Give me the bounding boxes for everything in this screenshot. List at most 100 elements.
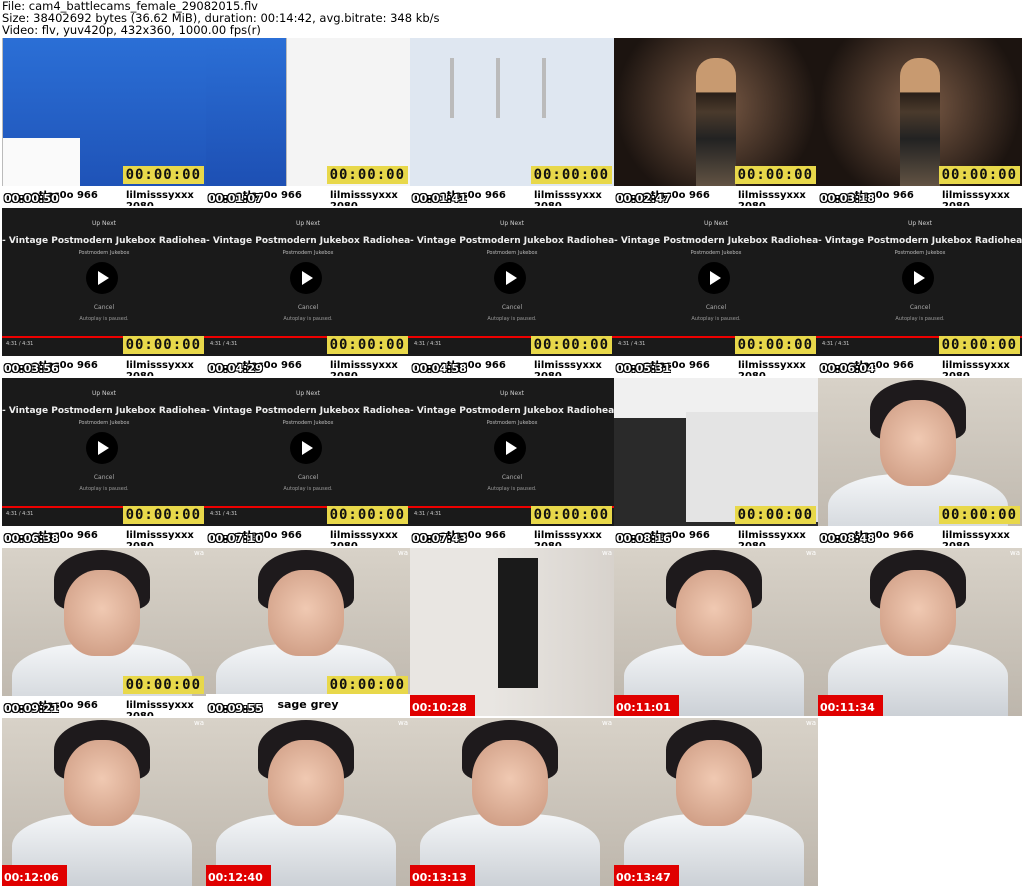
timestamp-label: 00:08:16: [616, 532, 671, 545]
thumbnail-frame: [614, 718, 818, 886]
timer-overlay: 00:00:00: [326, 506, 408, 524]
up-next-label: Up Next: [499, 220, 525, 227]
video-title: - Vintage Postmodern Jukebox Radiohead C…: [818, 236, 1022, 246]
video-thumbnail: Up Next - Vintage Postmodern Jukebox Radi…: [410, 208, 614, 376]
time-display: 4:31 / 4:31: [6, 511, 34, 517]
up-next-label: Up Next: [91, 220, 117, 227]
video-thumbnail: Up Next - Vintage Postmodern Jukebox Radi…: [410, 378, 614, 546]
watermark-right: lilmisssyxxx 2080: [126, 530, 194, 546]
video-line: Video: flv, yuv420p, 432x360, 1000.00 fp…: [2, 23, 261, 37]
play-button[interactable]: [698, 262, 730, 294]
watermark-right: lilmisssyxxx 2080: [330, 360, 398, 376]
play-button[interactable]: [494, 432, 526, 464]
time-display: 4:31 / 4:31: [210, 341, 238, 347]
watermark-right: lilmisssyxxx 2080: [942, 360, 1010, 376]
up-next-label: Up Next: [295, 390, 321, 397]
watermark-right: lilmisssyxxx 2080: [942, 530, 1010, 546]
video-thumbnail: atlas0o 966lilmisssyxxx 208000:00:0000:0…: [818, 378, 1022, 546]
autoplay-status: Autoplay is paused.: [895, 316, 945, 322]
video-thumbnail: Up Next - Vintage Postmodern Jukebox Radi…: [614, 208, 818, 376]
face: [64, 740, 140, 826]
video-thumbnail: wa 00:10:28: [410, 548, 614, 716]
wa-watermark: wa: [1009, 549, 1020, 557]
video-title: - Vintage Postmodern Jukebox Radiohead C…: [410, 406, 614, 416]
singer-figure: [696, 58, 736, 193]
timestamp-label: 00:10:28: [410, 695, 475, 716]
play-button[interactable]: [86, 432, 118, 464]
video-thumbnail: atlas0o 966lilmisssyxxx 208000:00:0000:0…: [2, 38, 206, 206]
thumbnail-frame: [614, 548, 818, 716]
thumbnail-frame: [410, 718, 614, 886]
cancel-link[interactable]: Cancel: [2, 304, 206, 311]
timer-overlay: 00:00:00: [734, 506, 816, 524]
timer-overlay: 00:00:00: [938, 166, 1020, 184]
video-thumbnail: atlas0o 966lilmisssyxxx 208000:00:0000:0…: [818, 38, 1022, 206]
autoplay-status: Autoplay is paused.: [79, 486, 129, 492]
play-button[interactable]: [86, 262, 118, 294]
cancel-link[interactable]: Cancel: [410, 474, 614, 481]
volume-slider: [542, 58, 546, 118]
wa-watermark: wa: [601, 549, 612, 557]
channel-name: Postmodern Jukebox: [282, 250, 334, 256]
watermark-right: lilmisssyxxx 2080: [330, 190, 398, 206]
cancel-link[interactable]: Cancel: [818, 304, 1022, 311]
video-thumbnail: atlas0o 966lilmisssyxxx 208000:00:0000:0…: [614, 38, 818, 206]
timestamp-label: 00:11:34: [818, 695, 883, 716]
face: [676, 570, 752, 656]
face: [472, 740, 548, 826]
wa-watermark: wa: [805, 549, 816, 557]
play-button[interactable]: [902, 262, 934, 294]
video-thumbnail: wa 00:13:47: [614, 718, 818, 886]
channel-name: Postmodern Jukebox: [486, 420, 538, 426]
watermark-right: lilmisssyxxx 2080: [126, 190, 194, 206]
play-button[interactable]: [290, 262, 322, 294]
watermark-right: lilmisssyxxx 2080: [126, 360, 194, 376]
cancel-link[interactable]: Cancel: [410, 304, 614, 311]
time-display: 4:31 / 4:31: [618, 341, 646, 347]
file-info-header: File: cam4_battlecams_female_29082015.fl…: [2, 0, 440, 36]
video-thumbnail: Up Next - Vintage Postmodern Jukebox Radi…: [2, 208, 206, 376]
face: [880, 400, 956, 486]
autoplay-status: Autoplay is paused.: [79, 316, 129, 322]
volume-slider: [450, 58, 454, 118]
timestamp-label: 00:04:29: [208, 362, 263, 375]
play-button[interactable]: [494, 262, 526, 294]
timer-overlay: 00:00:00: [122, 676, 204, 694]
cancel-link[interactable]: Cancel: [206, 304, 410, 311]
timestamp-label: 00:12:40: [206, 865, 271, 886]
video-thumbnail: wa 00:11:01: [614, 548, 818, 716]
video-thumbnail: Up Next - Vintage Postmodern Jukebox Radi…: [206, 208, 410, 376]
timestamp-label: 00:03:18: [820, 192, 875, 205]
face: [880, 570, 956, 656]
play-button[interactable]: [290, 432, 322, 464]
thumbnail-frame: [818, 548, 1022, 716]
desktop-panel: [206, 38, 286, 188]
wa-watermark: wa: [397, 549, 408, 557]
timer-overlay: 00:00:00: [530, 166, 612, 184]
door: [498, 558, 538, 688]
video-thumbnail: Up Next - Vintage Postmodern Jukebox Radi…: [2, 378, 206, 546]
watermark-right: lilmisssyxxx 2080: [942, 190, 1010, 206]
face: [268, 740, 344, 826]
up-next-label: Up Next: [91, 390, 117, 397]
autoplay-status: Autoplay is paused.: [487, 486, 537, 492]
watermark-right: lilmisssyxxx 2080: [126, 700, 194, 716]
cancel-link[interactable]: Cancel: [206, 474, 410, 481]
timer-overlay: 00:00:00: [326, 166, 408, 184]
timestamp-label: 00:02:47: [616, 192, 671, 205]
timestamp-label: 00:00:50: [4, 192, 59, 205]
time-display: 4:31 / 4:31: [414, 511, 442, 517]
thumbnail-frame: [206, 718, 410, 886]
cancel-link[interactable]: Cancel: [614, 304, 818, 311]
timestamp-label: 00:13:47: [614, 865, 679, 886]
cancel-link[interactable]: Cancel: [2, 474, 206, 481]
video-thumbnail: atlas0o 966lilmisssyxxx 208000:00:0000:0…: [206, 38, 410, 206]
wa-watermark: wa: [805, 719, 816, 727]
time-display: 4:31 / 4:31: [6, 341, 34, 347]
video-thumbnail: atlas0o 966lilmisssyxxx 208000:00:0000:0…: [410, 38, 614, 206]
timer-overlay: 00:00:00: [938, 506, 1020, 524]
timer-overlay: 00:00:00: [938, 336, 1020, 354]
video-thumbnail: wa sage grey 00:00:00 00:09:55: [206, 548, 410, 716]
watermark-right: lilmisssyxxx 2080: [534, 360, 602, 376]
up-next-label: Up Next: [907, 220, 933, 227]
